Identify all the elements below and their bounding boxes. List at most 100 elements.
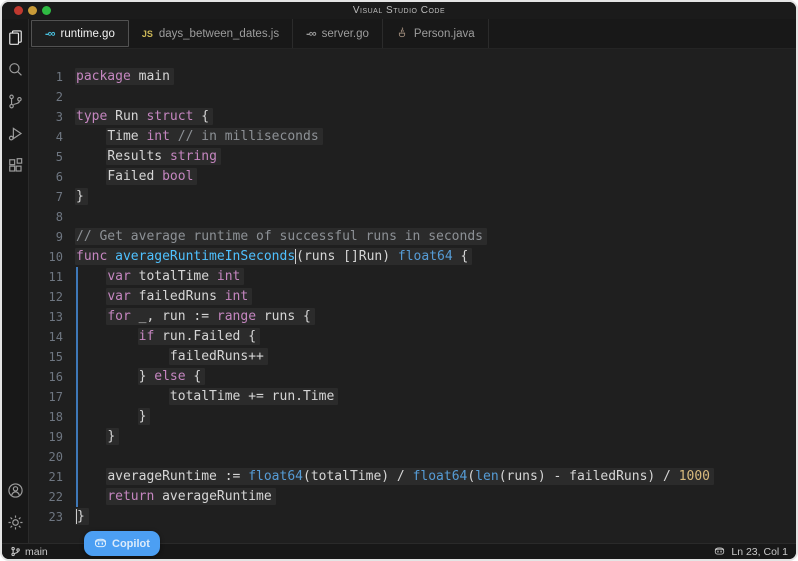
- line-text: }: [75, 507, 89, 527]
- code-line[interactable]: 12 var failedRuns int: [29, 287, 796, 307]
- line-number[interactable]: 1: [29, 67, 75, 87]
- code-editor[interactable]: 1package main23type Run struct {4 Time i…: [29, 49, 796, 543]
- tab-person-java[interactable]: Person.java: [383, 19, 489, 48]
- tab-days-between-dates-js[interactable]: JS days_between_dates.js: [129, 19, 293, 48]
- account-icon[interactable]: [7, 482, 24, 499]
- branch-icon: [10, 546, 21, 557]
- code-line[interactable]: 20: [29, 447, 796, 467]
- line-number[interactable]: 23: [29, 507, 75, 527]
- tab-server-go[interactable]: -∞ server.go: [293, 19, 383, 48]
- code-line[interactable]: 5 Results string: [29, 147, 796, 167]
- code-line[interactable]: 19 }: [29, 427, 796, 447]
- line-text: // Get average runtime of successful run…: [75, 227, 487, 247]
- settings-gear-icon[interactable]: [7, 514, 24, 531]
- cursor-position[interactable]: Ln 23, Col 1: [731, 546, 788, 558]
- tab-label: runtime.go: [61, 28, 115, 40]
- code-lines: 1package main23type Run struct {4 Time i…: [29, 67, 796, 527]
- line-number[interactable]: 16: [29, 367, 75, 387]
- line-number[interactable]: 17: [29, 387, 75, 407]
- go-file-icon: -∞: [45, 28, 55, 40]
- code-line[interactable]: 9// Get average runtime of successful ru…: [29, 227, 796, 247]
- line-text: }: [75, 427, 119, 447]
- tab-label: days_between_dates.js: [159, 28, 279, 40]
- code-line[interactable]: 10func averageRuntimeInSeconds(runs []Ru…: [29, 247, 796, 267]
- code-line[interactable]: 22 return averageRuntime: [29, 487, 796, 507]
- search-icon[interactable]: [7, 61, 24, 78]
- code-line[interactable]: 4 Time int // in milliseconds: [29, 127, 796, 147]
- code-line[interactable]: 16 } else {: [29, 367, 796, 387]
- line-number[interactable]: 2: [29, 87, 75, 107]
- line-text: }: [75, 407, 150, 427]
- code-line[interactable]: 17 totalTime += run.Time: [29, 387, 796, 407]
- line-number[interactable]: 20: [29, 447, 75, 467]
- code-line[interactable]: 6 Failed bool: [29, 167, 796, 187]
- close-window-button[interactable]: [14, 6, 23, 15]
- copilot-button-label: Copilot: [112, 538, 150, 550]
- line-text: package main: [75, 67, 174, 87]
- javascript-file-icon: JS: [142, 29, 153, 39]
- line-number[interactable]: 14: [29, 327, 75, 347]
- code-line[interactable]: 8: [29, 207, 796, 227]
- source-control-icon[interactable]: [7, 93, 24, 110]
- code-line[interactable]: 18 }: [29, 407, 796, 427]
- code-line[interactable]: 13 for _, run := range runs {: [29, 307, 796, 327]
- code-line[interactable]: 23}: [29, 507, 796, 527]
- tab-bar: -∞ runtime.go JS days_between_dates.js -…: [29, 19, 796, 49]
- editor-column: -∞ runtime.go JS days_between_dates.js -…: [29, 19, 796, 543]
- vscode-window: Visual Studio Code: [0, 0, 798, 561]
- line-number[interactable]: 13: [29, 307, 75, 327]
- line-text: averageRuntime := float64(totalTime) / f…: [75, 467, 714, 487]
- code-line[interactable]: 21 averageRuntime := float64(totalTime) …: [29, 467, 796, 487]
- traffic-lights: [14, 2, 51, 19]
- go-file-icon: -∞: [306, 28, 316, 40]
- tab-label: server.go: [322, 28, 369, 40]
- line-number[interactable]: 6: [29, 167, 75, 187]
- java-file-icon: [396, 26, 408, 41]
- line-text: failedRuns++: [75, 347, 268, 367]
- line-text: } else {: [75, 367, 205, 387]
- line-number[interactable]: 12: [29, 287, 75, 307]
- code-line[interactable]: 15 failedRuns++: [29, 347, 796, 367]
- line-number[interactable]: 7: [29, 187, 75, 207]
- code-line[interactable]: 14 if run.Failed {: [29, 327, 796, 347]
- cursor-position-label: Ln 23, Col 1: [731, 546, 788, 558]
- line-number[interactable]: 5: [29, 147, 75, 167]
- extensions-icon[interactable]: [7, 157, 24, 174]
- minimize-window-button[interactable]: [28, 6, 37, 15]
- line-text: if run.Failed {: [75, 327, 260, 347]
- line-number[interactable]: 22: [29, 487, 75, 507]
- line-number[interactable]: 11: [29, 267, 75, 287]
- explorer-icon[interactable]: [7, 29, 24, 46]
- line-text: Results string: [75, 147, 221, 167]
- code-line[interactable]: 1package main: [29, 67, 796, 87]
- copilot-button[interactable]: Copilot: [84, 531, 160, 556]
- zoom-window-button[interactable]: [42, 6, 51, 15]
- line-number[interactable]: 8: [29, 207, 75, 227]
- main-row: -∞ runtime.go JS days_between_dates.js -…: [2, 19, 796, 543]
- code-line[interactable]: 2: [29, 87, 796, 107]
- line-number[interactable]: 10: [29, 247, 75, 267]
- line-text: type Run struct {: [75, 107, 213, 127]
- line-number[interactable]: 19: [29, 427, 75, 447]
- line-number[interactable]: 21: [29, 467, 75, 487]
- code-line[interactable]: 3type Run struct {: [29, 107, 796, 127]
- status-right: Ln 23, Col 1: [714, 546, 788, 558]
- line-text: var failedRuns int: [75, 287, 252, 307]
- line-text: Time int // in milliseconds: [75, 127, 323, 147]
- copilot-status-icon: [714, 546, 725, 557]
- branch-name: main: [25, 546, 48, 558]
- line-number[interactable]: 3: [29, 107, 75, 127]
- run-debug-icon[interactable]: [7, 125, 24, 142]
- line-number[interactable]: 4: [29, 127, 75, 147]
- tab-runtime-go[interactable]: -∞ runtime.go: [31, 20, 129, 47]
- branch-indicator[interactable]: main: [10, 546, 48, 558]
- code-line[interactable]: 7}: [29, 187, 796, 207]
- activity-bar: [2, 19, 29, 543]
- copilot-status[interactable]: [714, 546, 725, 557]
- code-line[interactable]: 11 var totalTime int: [29, 267, 796, 287]
- line-text: var totalTime int: [75, 267, 244, 287]
- line-number[interactable]: 9: [29, 227, 75, 247]
- tab-label: Person.java: [414, 28, 475, 40]
- line-number[interactable]: 18: [29, 407, 75, 427]
- line-number[interactable]: 15: [29, 347, 75, 367]
